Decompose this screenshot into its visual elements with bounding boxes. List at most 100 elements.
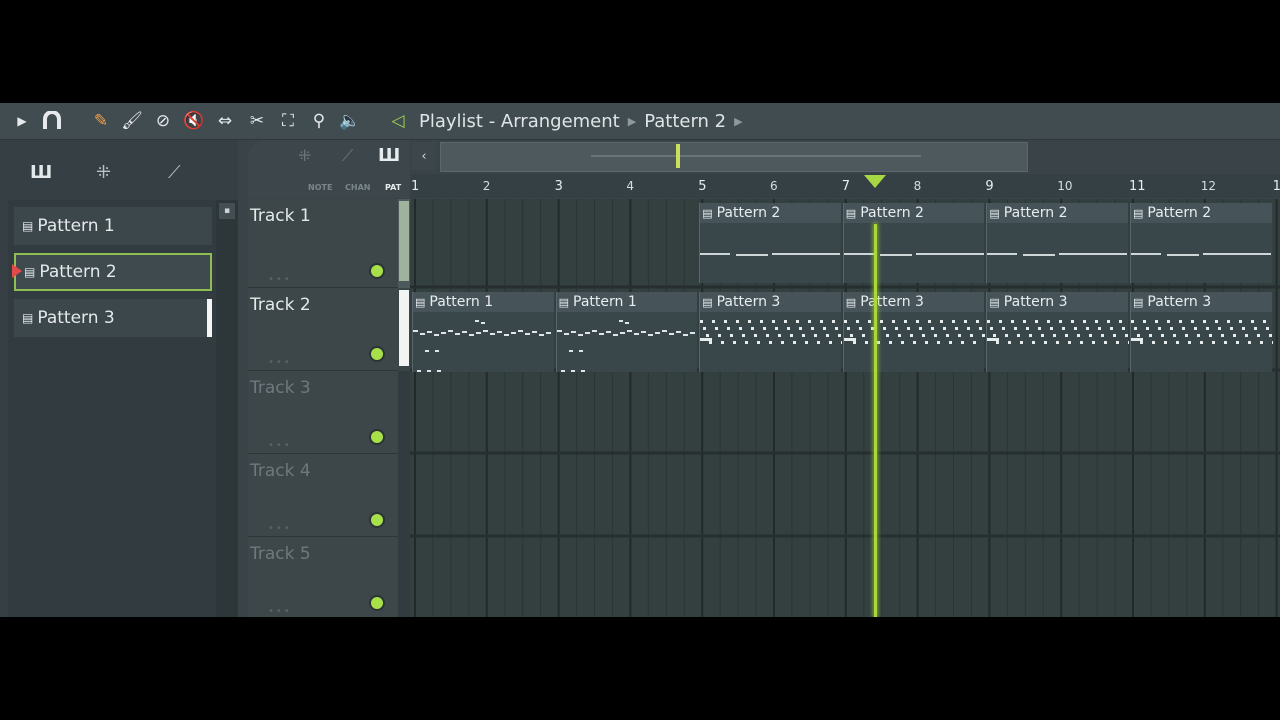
select-icon[interactable]: ⛶ [277, 110, 299, 132]
clip-track2-3[interactable]: ▤ Pattern 3 [699, 292, 842, 372]
audio-icon[interactable]: ⁜ [96, 162, 111, 183]
track-enable-led-icon[interactable] [369, 346, 385, 362]
clip-label: Pattern 3 [716, 294, 781, 310]
clip-menu-icon[interactable]: ▤ [415, 296, 425, 309]
clip-header[interactable]: ▤ Pattern 3 [987, 292, 1128, 312]
breadcrumb-separator-icon: ▶ [627, 114, 637, 128]
pattern-color-strip [207, 299, 212, 337]
clip-track2-4[interactable]: ▤ Pattern 3 [842, 292, 986, 372]
clip-note-preview [556, 320, 695, 372]
track-enable-led-icon[interactable] [369, 263, 385, 279]
paint-brush-icon[interactable]: 🖌 [121, 110, 143, 132]
breadcrumb-arrow-icon[interactable]: ▶ [734, 115, 742, 128]
ruler-tick-12: 12 [1200, 179, 1217, 193]
playlist-grid[interactable]: ▤ Pattern 2 ▤ Pattern 2 ▤ Pattern 2 ▤ Pattern 2… [410, 199, 1280, 617]
breadcrumb: Playlist - Arrangement ▶ Pattern 2 ▶ [419, 109, 751, 133]
clip-header[interactable]: ▤ Pattern 3 [1131, 292, 1272, 312]
scroll-position-marker[interactable] [676, 144, 680, 168]
mode-note[interactable]: NOTE [308, 183, 332, 192]
mute-icon[interactable]: 🔇 [183, 110, 205, 132]
track-grip-icon[interactable]: ••• [268, 274, 292, 285]
track-grip-icon[interactable]: ••• [268, 440, 292, 451]
track-grip-icon[interactable]: ••• [268, 357, 292, 368]
clip-menu-icon[interactable]: ▤ [1133, 207, 1143, 220]
pattern-list-scrollbar[interactable] [216, 200, 238, 617]
clip-label: Pattern 2 [1147, 205, 1212, 221]
clip-note-preview [700, 320, 842, 344]
clip-track1-2[interactable]: ▤ Pattern 2 [842, 203, 985, 283]
clip-track1-4[interactable]: ▤ Pattern 2 [1130, 203, 1272, 283]
automation-icon[interactable]: ⟋ [342, 146, 353, 166]
clip-track1-3[interactable]: ▤ Pattern 2 [986, 203, 1128, 283]
clip-menu-icon[interactable]: ▤ [989, 296, 999, 309]
clip-menu-icon[interactable]: ▤ [846, 207, 856, 220]
mode-chan[interactable]: CHAN [345, 183, 370, 192]
track-level-fill [399, 201, 409, 281]
piano-roll-icon[interactable]: Ш [378, 145, 400, 166]
clip-track2-1[interactable]: ▤ Pattern 1 [412, 292, 554, 372]
clip-menu-icon[interactable]: ▤ [989, 207, 999, 220]
clip-header[interactable]: ▤ Pattern 2 [843, 203, 985, 223]
clip-menu-icon[interactable]: ▤ [702, 296, 712, 309]
browser-tabs: Ш ⁜ ⟋ [0, 140, 238, 200]
clip-header[interactable]: ▤ Pattern 1 [556, 292, 698, 312]
clip-label: Pattern 2 [860, 205, 924, 221]
zoom-icon[interactable]: ⚲ [308, 110, 330, 132]
clip-note-preview [843, 253, 984, 256]
track-header-1[interactable]: Track 1 ••• [248, 199, 398, 288]
clip-menu-icon[interactable]: ▤ [559, 296, 569, 309]
song-position-marker-icon[interactable] [863, 175, 886, 188]
pencil-icon[interactable]: ✎ [90, 110, 112, 132]
play-arrow-icon[interactable]: ▶ [11, 110, 33, 132]
track-header-2[interactable]: Track 2 ••• [248, 288, 398, 371]
track-level-meter [398, 199, 410, 288]
pattern-item-3[interactable]: ▤ Pattern 3 [14, 299, 212, 337]
clip-track2-6[interactable]: ▤ Pattern 3 [1130, 292, 1273, 372]
playhead [873, 224, 877, 617]
scroll-menu-icon[interactable]: ▪ [219, 203, 235, 219]
track-header-4[interactable]: Track 4 ••• [248, 454, 398, 537]
track-grip-icon[interactable]: ••• [268, 606, 292, 617]
clip-track2-2[interactable]: ▤ Pattern 1 [555, 292, 698, 372]
clip-header[interactable]: ▤ Pattern 1 [413, 292, 554, 312]
piano-roll-icon[interactable]: Ш [30, 162, 52, 183]
clip-note-preview [1131, 253, 1271, 256]
clip-label: Pattern 3 [860, 294, 924, 310]
clip-menu-icon[interactable]: ▤ [702, 207, 712, 220]
slice-icon[interactable]: ✂ [246, 110, 268, 132]
mode-pat[interactable]: PAT [385, 183, 401, 192]
delete-icon[interactable]: ⊘ [152, 110, 174, 132]
scroll-left-icon[interactable]: ‹ [412, 142, 436, 170]
clip-header[interactable]: ▤ Pattern 2 [987, 203, 1128, 223]
clip-track1-1[interactable]: ▤ Pattern 2 [699, 203, 841, 283]
track-grip-icon[interactable]: ••• [268, 523, 292, 534]
clip-menu-icon[interactable]: ▤ [1133, 296, 1143, 309]
track-name: Track 3 [250, 378, 311, 398]
track-header-5[interactable]: Track 5 ••• [248, 537, 398, 617]
audio-icon[interactable]: ⁜ [298, 146, 311, 165]
clip-header[interactable]: ▤ Pattern 3 [700, 292, 841, 312]
pattern-label: Pattern 1 [37, 216, 115, 236]
clip-note-preview [843, 320, 986, 344]
automation-icon[interactable]: ⟋ [168, 162, 181, 183]
speaker-icon[interactable]: ◁ [387, 110, 409, 132]
track-enable-led-icon[interactable] [369, 512, 385, 528]
clip-track2-5[interactable]: ▤ Pattern 3 [986, 292, 1129, 372]
track-enable-led-icon[interactable] [369, 595, 385, 611]
track-enable-led-icon[interactable] [369, 429, 385, 445]
timeline-ruler[interactable]: 1 2 3 4 5 6 7 8 9 10 11 12 1 [410, 174, 1280, 198]
pattern-item-2[interactable]: ▤ Pattern 2 [14, 253, 212, 291]
clip-header[interactable]: ▤ Pattern 2 [700, 203, 841, 223]
breadcrumb-item-playlist[interactable]: Playlist - Arrangement [419, 111, 620, 132]
clip-menu-icon[interactable]: ▤ [846, 296, 856, 309]
horizontal-scrollbar[interactable] [440, 142, 1028, 172]
magnet-icon[interactable] [41, 110, 63, 132]
slip-icon[interactable]: ⇔ [214, 110, 236, 132]
track-header-3[interactable]: Track 3 ••• [248, 371, 398, 454]
clip-header[interactable]: ▤ Pattern 3 [843, 292, 985, 312]
clip-label: Pattern 2 [1003, 205, 1068, 221]
breadcrumb-item-pattern[interactable]: Pattern 2 [644, 111, 726, 132]
pattern-item-1[interactable]: ▤ Pattern 1 [14, 207, 212, 245]
clip-header[interactable]: ▤ Pattern 2 [1131, 203, 1272, 223]
playback-icon[interactable]: 🔈 [339, 110, 361, 132]
